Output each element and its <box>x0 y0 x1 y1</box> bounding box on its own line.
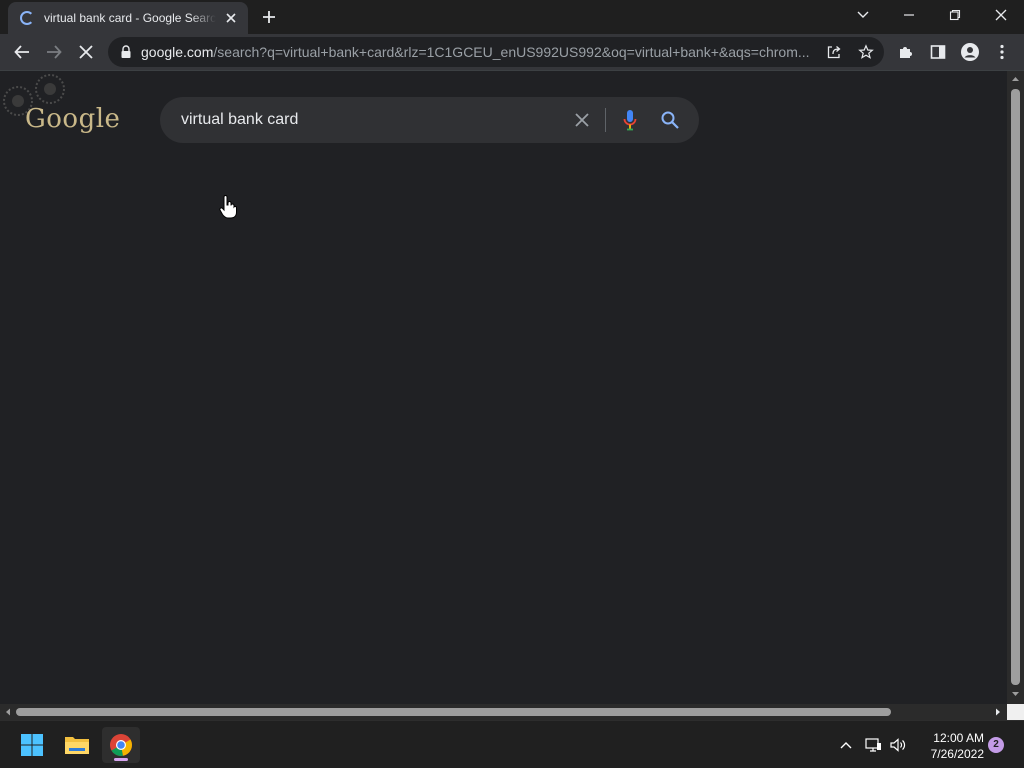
tab-active[interactable]: virtual bank card - Google Search <box>8 2 248 34</box>
scroll-right-icon <box>996 708 1000 716</box>
logo-text: Google <box>25 104 121 134</box>
notification-badge[interactable]: 2 <box>988 737 1004 753</box>
forward-arrow-icon <box>47 45 62 59</box>
start-button[interactable] <box>13 727 51 763</box>
search-divider <box>605 108 606 132</box>
volume-button[interactable] <box>886 731 910 759</box>
minimize-button[interactable] <box>886 0 932 30</box>
clear-search-button[interactable] <box>570 108 594 132</box>
plus-icon <box>263 11 275 23</box>
close-icon <box>575 113 589 127</box>
scroll-down-icon <box>1012 692 1019 696</box>
horizontal-scrollbar[interactable] <box>0 704 1007 720</box>
horizontal-scroll-thumb[interactable] <box>16 708 891 716</box>
show-hidden-icons-button[interactable] <box>834 731 858 759</box>
taskbar-clock[interactable]: 12:00 AM 7/26/2022 <box>914 730 984 762</box>
extensions-button[interactable] <box>892 38 920 66</box>
star-icon <box>858 44 874 59</box>
speaker-icon <box>890 738 906 752</box>
kebab-menu-icon <box>1000 44 1004 60</box>
scrollbar-corner <box>1007 704 1024 720</box>
scroll-left-icon <box>6 708 10 716</box>
share-icon <box>827 46 841 59</box>
restore-icon <box>949 9 961 21</box>
browser-menu-button[interactable] <box>988 38 1016 66</box>
windows-taskbar: 12:00 AM 7/26/2022 2 <box>0 720 1024 768</box>
window-close-button[interactable] <box>978 0 1024 30</box>
windows-logo-icon <box>21 734 43 756</box>
google-doodle-logo[interactable]: Google <box>0 71 130 141</box>
minimize-icon <box>904 14 914 16</box>
profile-icon <box>961 43 979 61</box>
search-box[interactable]: virtual bank card <box>160 97 699 143</box>
share-button[interactable] <box>822 40 846 64</box>
clock-date: 7/26/2022 <box>930 747 984 761</box>
search-input[interactable]: virtual bank card <box>181 111 298 129</box>
side-panel-button[interactable] <box>924 38 952 66</box>
spinner-icon <box>20 11 34 25</box>
folder-icon <box>65 737 89 754</box>
file-explorer-button[interactable] <box>58 727 96 763</box>
scroll-up-icon <box>1012 77 1019 81</box>
screen: virtual bank card - Google Search google… <box>0 0 1024 768</box>
hand-cursor-icon <box>219 195 237 219</box>
chrome-taskbar-button[interactable] <box>102 727 140 763</box>
microphone-icon <box>623 110 637 131</box>
active-app-indicator <box>114 758 128 761</box>
stop-x-icon <box>79 45 93 59</box>
browser-toolbar: google.com/search?q=virtual+bank+card&rl… <box>0 34 1024 71</box>
bookmark-button[interactable] <box>854 40 878 64</box>
search-icon <box>661 111 679 129</box>
address-bar[interactable]: google.com/search?q=virtual+bank+card&rl… <box>108 37 884 67</box>
side-panel-icon <box>930 45 946 59</box>
chrome-icon <box>110 734 132 756</box>
lock-icon[interactable] <box>120 45 132 59</box>
back-arrow-icon <box>14 45 29 59</box>
browser-titlebar: virtual bank card - Google Search <box>0 0 1024 34</box>
url-host: google.com <box>141 44 214 60</box>
puzzle-icon <box>900 47 912 58</box>
forward-button[interactable] <box>40 38 68 66</box>
stop-button[interactable] <box>72 38 100 66</box>
page-content: Google virtual bank card <box>0 71 1007 704</box>
url-text[interactable]: google.com/search?q=virtual+bank+card&rl… <box>141 44 811 60</box>
tab-title: virtual bank card - Google Search <box>44 11 216 25</box>
tab-search-button[interactable] <box>840 0 886 30</box>
close-icon <box>995 9 1007 21</box>
network-button[interactable] <box>861 731 885 759</box>
close-icon[interactable] <box>222 9 240 27</box>
vertical-scrollbar[interactable] <box>1007 71 1024 704</box>
vertical-scroll-thumb[interactable] <box>1011 89 1020 685</box>
back-button[interactable] <box>8 38 36 66</box>
clock-time: 12:00 AM <box>933 731 984 745</box>
profile-button[interactable] <box>956 38 984 66</box>
chevron-up-icon <box>840 742 852 749</box>
chevron-down-icon <box>857 11 869 18</box>
network-icon <box>865 738 881 752</box>
search-button[interactable] <box>658 108 682 132</box>
voice-search-button[interactable] <box>618 108 642 132</box>
restore-button[interactable] <box>932 0 978 30</box>
new-tab-button[interactable] <box>258 6 280 28</box>
url-path: /search?q=virtual+bank+card&rlz=1C1GCEU_… <box>213 44 810 60</box>
